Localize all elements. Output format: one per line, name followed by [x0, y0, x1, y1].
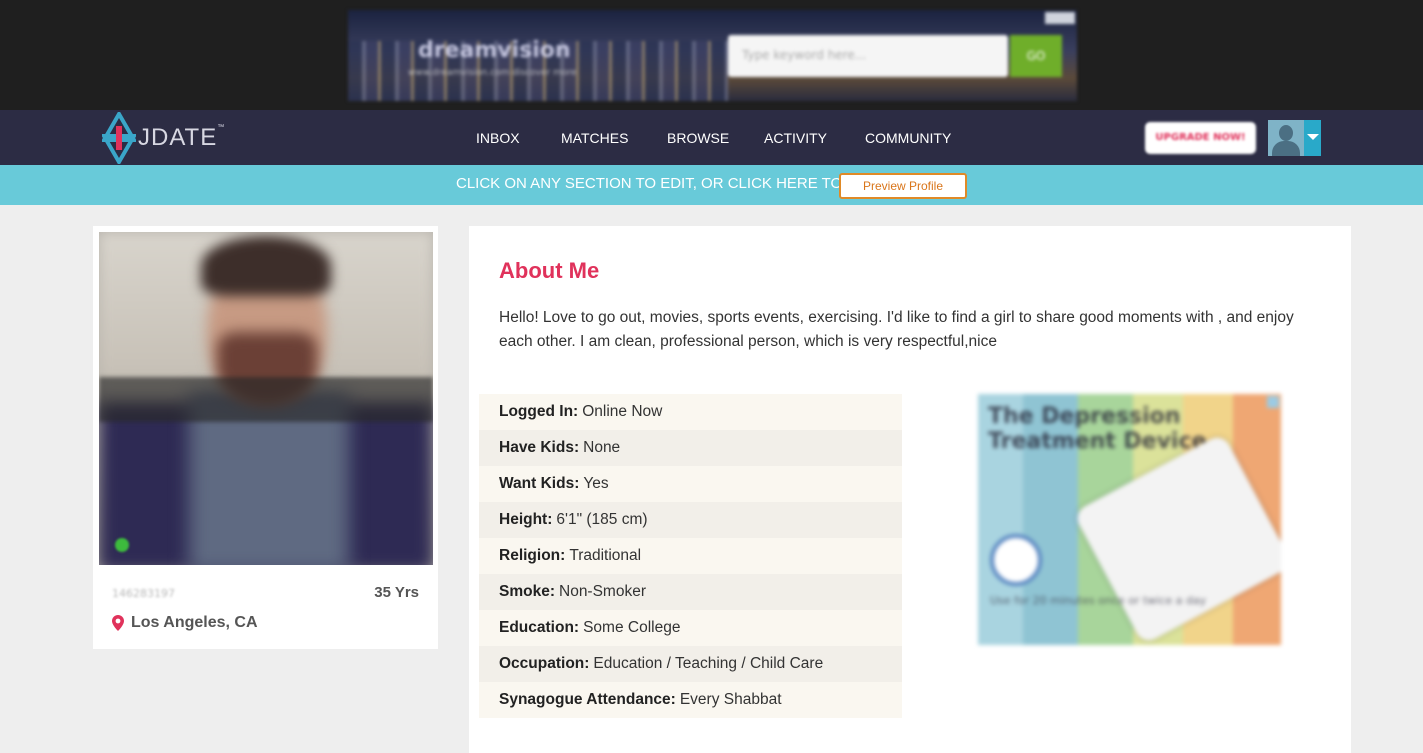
nav-community[interactable]: COMMUNITY [865, 130, 975, 146]
profile-photo-card[interactable]: 146283197 35 Yrs Los Angeles, CA [93, 226, 438, 649]
fact-want-kids[interactable]: Want Kids: Yes [479, 466, 902, 502]
nav-inbox[interactable]: INBOX [476, 130, 561, 146]
nav-browse[interactable]: BROWSE [667, 130, 764, 146]
member-id: 146283197 [112, 587, 175, 600]
fact-height[interactable]: Height: 6'1" (185 cm) [479, 502, 902, 538]
logo-wordmark: JDATE™ [138, 124, 226, 151]
upgrade-button[interactable]: UPGRADE NOW! [1145, 122, 1256, 154]
jdate-logo[interactable]: JDATE™ [102, 112, 226, 164]
ad-search-input[interactable]: Type keyword here... [728, 35, 1008, 77]
member-age: 35 Yrs [374, 584, 419, 601]
top-banner-ad[interactable]: dreamvision www.dreamvision.com discover… [348, 10, 1077, 101]
edit-banner-message: CLICK ON ANY SECTION TO EDIT, OR CLICK H… [456, 175, 843, 192]
fact-have-kids[interactable]: Have Kids: None [479, 430, 902, 466]
dial-icon [990, 534, 1042, 586]
fact-logged-in[interactable]: Logged In: Online Now [479, 394, 902, 430]
photo-overlay-band [99, 377, 433, 422]
location-text: Los Angeles, CA [131, 614, 258, 631]
ad-close-icon[interactable] [1045, 12, 1075, 24]
avatar-head [1279, 125, 1293, 141]
about-me-title[interactable]: About Me [499, 258, 599, 284]
about-me-text[interactable]: Hello! Love to go out, movies, sports ev… [499, 306, 1329, 354]
side-ad-footer: Use for 20 minutes once or twice a day [990, 594, 1207, 607]
fact-education[interactable]: Education: Some College [479, 610, 902, 646]
account-dropdown-toggle[interactable] [1304, 120, 1321, 156]
chevron-down-icon [1307, 134, 1319, 140]
star-of-david-icon [102, 112, 136, 164]
profile-facts-list[interactable]: Logged In: Online Now Have Kids: None Want… [479, 394, 902, 718]
nav-activity[interactable]: ACTIVITY [764, 130, 865, 146]
preview-profile-button[interactable]: Preview Profile [839, 173, 967, 199]
fact-smoke[interactable]: Smoke: Non-Smoker [479, 574, 902, 610]
profile-main-panel: About Me Hello! Love to go out, movies, … [469, 226, 1351, 753]
online-status-icon [115, 538, 129, 552]
edit-banner: CLICK ON ANY SECTION TO EDIT, OR CLICK H… [0, 165, 1423, 205]
location-pin-icon [112, 615, 124, 631]
ad-brand: dreamvision [418, 38, 571, 63]
nav-matches[interactable]: MATCHES [561, 130, 667, 146]
fact-occupation[interactable]: Occupation: Education / Teaching / Child … [479, 646, 902, 682]
ad-choices-icon[interactable] [1267, 396, 1279, 408]
avatar-body [1272, 141, 1300, 156]
profile-photo[interactable] [99, 232, 433, 565]
member-location[interactable]: Los Angeles, CA [112, 614, 258, 632]
side-banner-ad[interactable]: The Depression Treatment Device Use for … [978, 394, 1281, 645]
account-menu[interactable] [1268, 120, 1321, 156]
top-header: JDATE™ INBOX MATCHES BROWSE ACTIVITY COM… [0, 110, 1423, 165]
side-ad-headline: The Depression Treatment Device [988, 404, 1207, 454]
ad-tagline: www.dreamvision.com discover more [408, 68, 577, 78]
fact-religion[interactable]: Religion: Traditional [479, 538, 902, 574]
top-ad-strip: dreamvision www.dreamvision.com discover… [0, 0, 1423, 110]
ad-search-button[interactable]: GO [1010, 35, 1062, 77]
avatar[interactable] [1268, 120, 1304, 156]
main-nav: INBOX MATCHES BROWSE ACTIVITY COMMUNITY [476, 110, 975, 165]
fact-synagogue-attendance[interactable]: Synagogue Attendance: Every Shabbat [479, 682, 902, 718]
